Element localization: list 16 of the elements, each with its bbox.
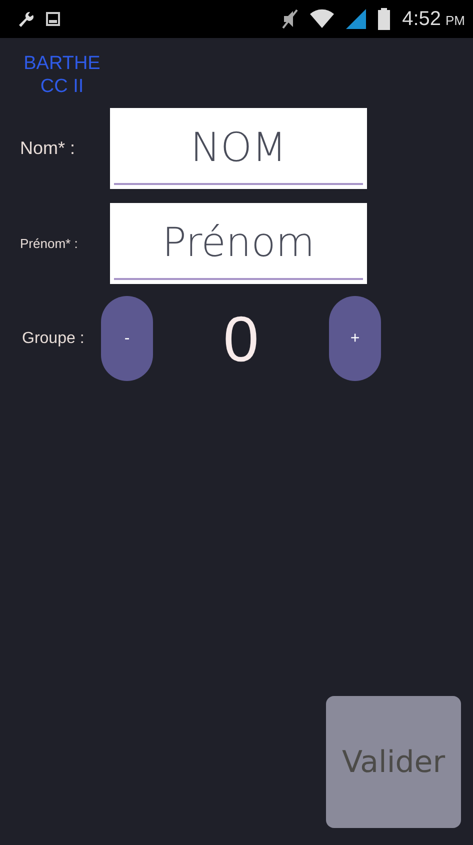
decrement-button[interactable]: -	[101, 296, 153, 381]
battery-icon	[378, 8, 390, 30]
clock-meridiem: PM	[446, 12, 465, 28]
increment-button[interactable]: +	[329, 296, 381, 381]
image-icon	[46, 12, 60, 26]
signal-icon	[346, 9, 366, 29]
muted-speaker-icon	[282, 8, 298, 30]
field-label: Prénom* :	[19, 236, 79, 251]
field-label: Nom* :	[19, 138, 76, 159]
clock-time: 4:52	[402, 8, 442, 30]
group-value: 0	[222, 302, 260, 376]
text-field[interactable]: NOM	[110, 108, 367, 189]
app-title: BARTHE CC II	[22, 52, 102, 98]
text-field[interactable]: Prénom	[110, 203, 367, 284]
group-label: Groupe :	[21, 330, 86, 348]
wifi-icon	[310, 9, 334, 29]
